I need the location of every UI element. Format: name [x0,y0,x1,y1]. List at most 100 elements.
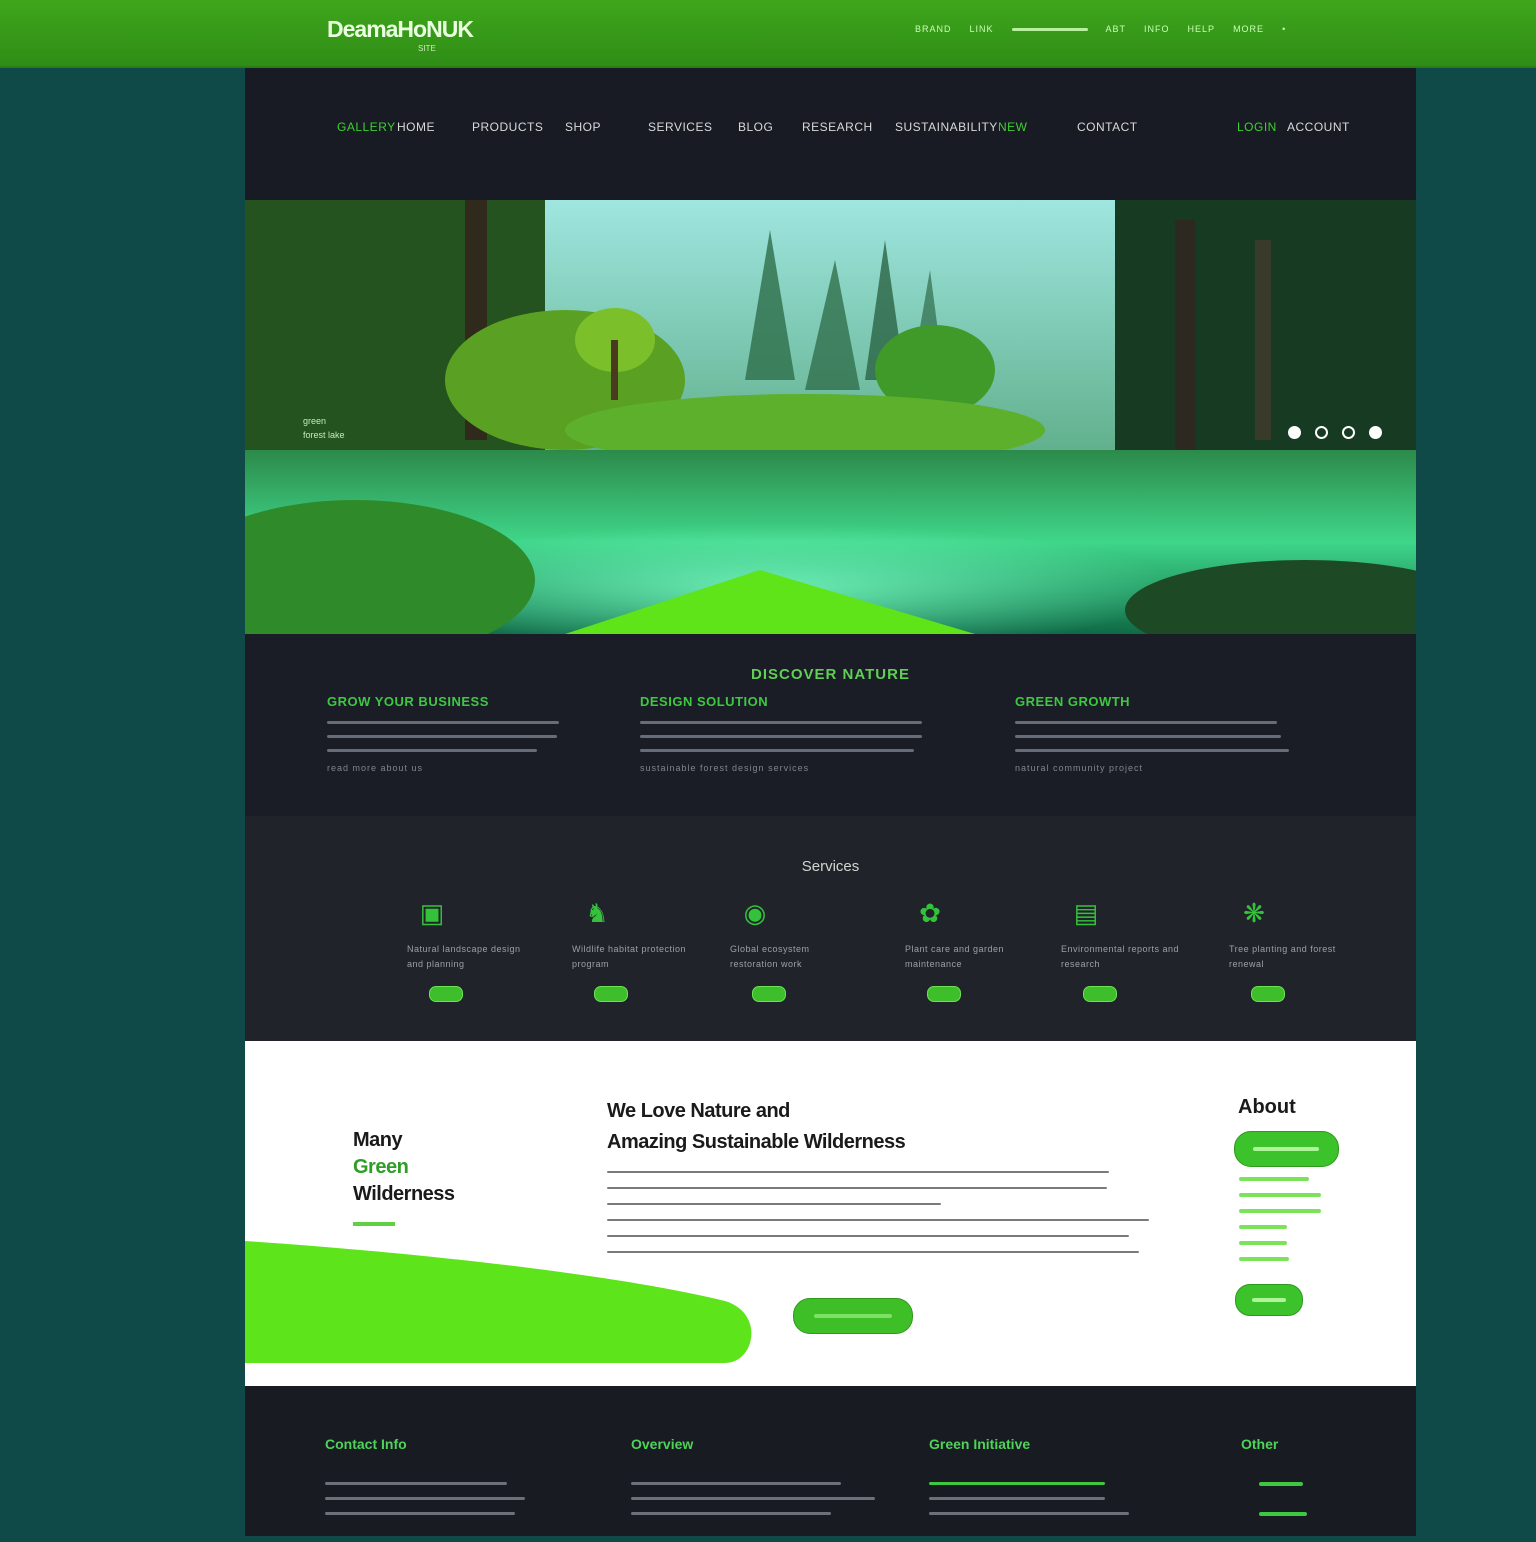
text-line [631,1482,841,1485]
service-text: Global ecosystem restoration work [730,944,810,969]
nav-item-research[interactable]: RESEARCH [802,120,873,134]
footer-column: Contact Info [325,1436,525,1527]
text-line [631,1497,875,1500]
text-line [929,1512,1129,1515]
footer-column-title: Contact Info [325,1436,407,1452]
footer-column: Other [1241,1436,1307,1542]
intro-column-text: read more about us [327,763,424,773]
about-link[interactable] [1239,1225,1287,1229]
text-line [607,1251,1139,1253]
text-line [1015,749,1289,752]
top-link-link[interactable]: LINK [970,24,994,34]
about-link[interactable] [1239,1177,1309,1181]
about-link[interactable] [1239,1257,1289,1261]
service-text: Wildlife habitat protection program [572,944,687,969]
main-nav: GALLERY HOME PRODUCTS SHOP SERVICES BLOG… [245,68,1416,200]
service-text: Natural landscape design and planning [407,944,521,969]
intro-column: DESIGN SOLUTION sustainable forest desig… [640,694,940,773]
nav-item-gallery[interactable]: GALLERY [337,120,396,134]
top-link-more[interactable]: MORE [1233,24,1264,34]
text-line [325,1482,507,1485]
footer-column-title: Green Initiative [929,1436,1031,1452]
service-button[interactable] [1251,986,1285,1002]
intro-section: DISCOVER NATURE GROW YOUR BUSINESS read … [245,634,1416,816]
intro-column: GREEN GROWTH natural community project [1015,694,1315,773]
footer-column-title: Overview [631,1436,694,1452]
nav-item-login[interactable]: LOGIN [1237,120,1277,134]
service-text: Environmental reports and research [1061,944,1180,969]
service-button[interactable] [594,986,628,1002]
nav-item-new[interactable]: NEW [998,120,1028,134]
button-label-placeholder [814,1314,892,1318]
nav-item-contact[interactable]: CONTACT [1077,120,1138,134]
about-link[interactable] [1239,1193,1321,1197]
top-nav: BRAND LINK ABT INFO HELP MORE • [915,24,1286,34]
hero-caption: green forest lake [303,414,345,442]
about-links [1239,1177,1321,1273]
leaf-icon: ✿ [919,898,941,928]
slider-dot[interactable] [1288,426,1301,439]
nav-item-sustainability[interactable]: SUSTAINABILITY [895,120,998,134]
top-link-abt[interactable]: ABT [1106,24,1127,34]
about-small-button[interactable] [1235,1284,1303,1316]
intro-column: GROW YOUR BUSINESS read more about us [327,694,627,773]
footer-column: Green Initiative [929,1436,1129,1527]
hero-caption-line: green [303,416,327,426]
footer-link[interactable] [1259,1482,1303,1486]
top-dot-icon: • [1282,24,1287,34]
hero-caption-line: forest lake [303,430,345,440]
feature-cta-button[interactable] [793,1298,913,1334]
service-card: ❋ Tree planting and forest renewal [1229,896,1359,1002]
feature-body-text [607,1171,1149,1267]
service-button[interactable] [927,986,961,1002]
feature-left-line: Many [353,1129,403,1151]
service-card: ✿ Plant care and garden maintenance [905,896,1035,1002]
about-link[interactable] [1239,1241,1287,1245]
text-line [1015,735,1281,738]
text-line [607,1187,1107,1189]
animal-icon: ♞ [585,898,609,928]
intro-column-heading: GREEN GROWTH [1015,694,1131,709]
footer-column: Overview [631,1436,875,1527]
top-link-help[interactable]: HELP [1188,24,1216,34]
about-link[interactable] [1239,1209,1321,1213]
about-button[interactable] [1234,1131,1339,1167]
top-search-bar[interactable] [1011,27,1088,31]
tree-icon: ❋ [1243,898,1265,928]
footer-link[interactable] [1259,1512,1307,1516]
slider-dot[interactable] [1342,426,1355,439]
nav-item-products[interactable]: PRODUCTS [472,120,543,134]
intro-column-heading: GROW YOUR BUSINESS [327,694,489,709]
nav-item-shop[interactable]: SHOP [565,120,601,134]
slider-dot[interactable] [1315,426,1328,439]
nav-item-account[interactable]: ACCOUNT [1287,120,1350,134]
text-line [1015,721,1277,724]
service-button[interactable] [1083,986,1117,1002]
text-line [607,1203,941,1205]
text-line [327,735,557,738]
feature-left-heading: Many Green Wilderness [353,1127,455,1208]
square-frame-icon: ▣ [419,898,445,928]
text-line [607,1235,1129,1237]
text-line [325,1497,525,1500]
forest-lake-image [245,200,1416,634]
text-line [325,1512,515,1515]
service-button[interactable] [752,986,786,1002]
services-section: Services ▣ Natural landscape design and … [245,816,1416,1041]
slider-dot[interactable] [1369,426,1382,439]
top-link-info[interactable]: INFO [1144,24,1170,34]
top-link-brand[interactable]: BRAND [915,24,952,34]
intro-column-text: sustainable forest design services [640,763,810,773]
about-title: About [1238,1096,1296,1118]
nav-item-home[interactable]: HOME [397,120,435,134]
footer-column-title: Other [1241,1436,1279,1452]
site-logo[interactable]: DeamaHoNUK [327,16,474,43]
service-text: Tree planting and forest renewal [1229,944,1336,969]
intro-column-text: natural community project [1015,763,1144,773]
nav-item-services[interactable]: SERVICES [648,120,712,134]
service-button[interactable] [429,986,463,1002]
feature-headline-line: We Love Nature and [607,1100,790,1122]
button-label-placeholder [1252,1298,1286,1302]
nav-item-blog[interactable]: BLOG [738,120,773,134]
text-line [607,1171,1109,1173]
